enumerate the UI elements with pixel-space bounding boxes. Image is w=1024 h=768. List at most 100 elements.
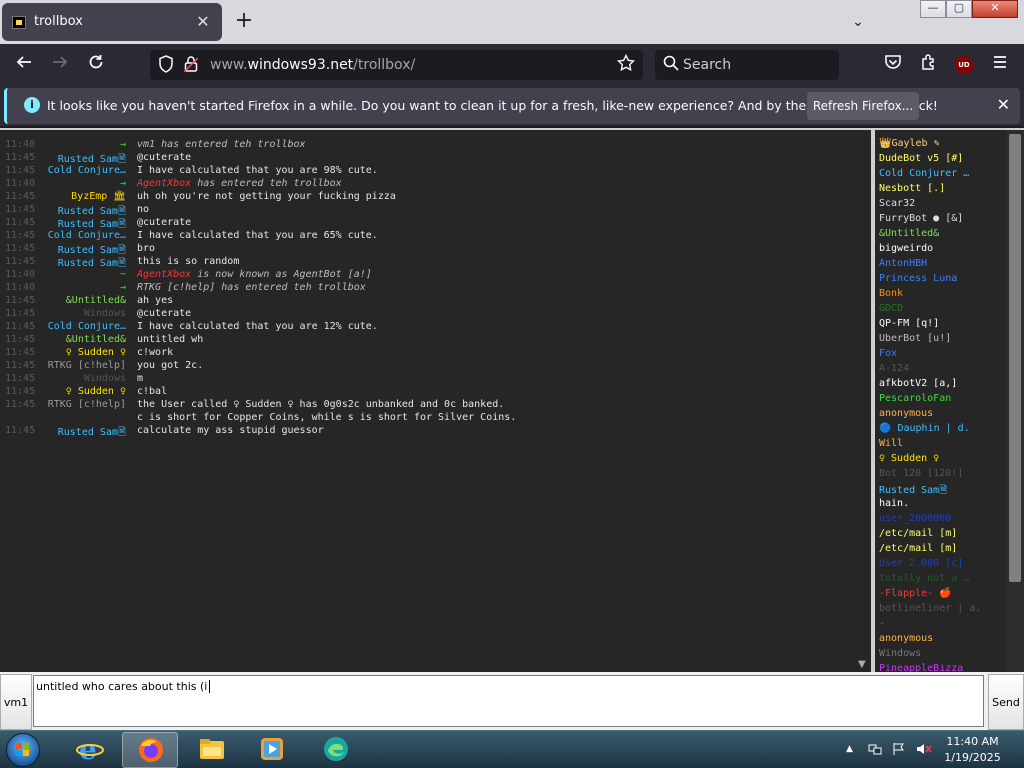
user-list-item[interactable]: Windows <box>879 648 921 663</box>
edge-taskbar-button[interactable] <box>308 732 364 768</box>
media-player-taskbar-button[interactable] <box>244 732 300 768</box>
bookmark-star-icon[interactable] <box>616 53 636 77</box>
close-icon[interactable]: ✕ <box>997 95 1010 114</box>
message-nick[interactable]: Windows <box>84 373 126 384</box>
message-nick[interactable]: &Untitled& <box>66 295 126 306</box>
message-nick[interactable]: ♀ Sudden ♀ <box>66 386 126 397</box>
user-list-item[interactable]: &Untitled& <box>879 228 939 243</box>
send-button[interactable]: Send <box>988 674 1024 730</box>
start-button[interactable] <box>6 733 40 767</box>
extensions-icon[interactable] <box>916 53 942 77</box>
volume-muted-icon[interactable] <box>916 742 932 759</box>
message-nick[interactable]: Cold Conjure… <box>48 230 126 241</box>
user-list-item[interactable]: afkbotV2 [a,] <box>879 378 957 393</box>
user-list-item[interactable]: GDCD <box>879 303 903 318</box>
user-list[interactable]: 👑Gayleb ✎ DudeBot v5 [#] Cold Conjurer … Ne… <box>875 130 1006 672</box>
message-nick[interactable]: Rusted Sam🗎 <box>58 425 126 442</box>
user-list-item[interactable]: Cold Conjurer … <box>879 168 969 183</box>
user-list-item[interactable]: ♀ Sudden ♀ <box>879 453 939 468</box>
message-nick[interactable]: RTKG [c!help] <box>48 360 126 371</box>
network-icon[interactable] <box>868 742 882 759</box>
user-list-item[interactable]: Nesbott [.] <box>879 183 945 198</box>
user-list-item[interactable]: totally not a … <box>879 573 969 588</box>
user-list-item[interactable]: UberBot [u!] <box>879 333 951 348</box>
message-nick[interactable]: &Untitled& <box>66 334 126 345</box>
url-bar[interactable]: www.windows93.net/trollbox/ <box>150 50 643 80</box>
user-list-item[interactable]: Rusted Sam🗎 <box>879 483 947 498</box>
new-tab-button[interactable]: + <box>232 9 256 33</box>
message-nick[interactable]: → <box>120 282 126 293</box>
user-list-item[interactable]: botlineliner | a. <box>879 603 981 618</box>
ublock-extension-icon[interactable]: UD <box>955 56 973 74</box>
minimize-button[interactable]: — <box>920 0 946 18</box>
firefox-taskbar-button[interactable] <box>122 732 178 768</box>
url-text[interactable]: www.windows93.net/trollbox/ <box>210 57 415 73</box>
message-nick[interactable]: RTKG [c!help] <box>48 399 126 410</box>
user-list-item[interactable]: PescaroloFan <box>879 393 951 408</box>
user-list-item[interactable]: - <box>879 618 885 633</box>
message-nick[interactable]: ByzEmp 🏛 <box>71 191 126 202</box>
chat-log[interactable]: 11:40 → vm1 has entered teh trollbox 11:45 R… <box>0 130 872 672</box>
lock-icon[interactable] <box>183 55 199 77</box>
scroll-down-icon[interactable]: ▼ <box>858 659 866 670</box>
user-list-item[interactable]: Fox <box>879 348 897 363</box>
user-list-item[interactable]: User 2.000 [c] <box>879 558 963 573</box>
user-list-item[interactable]: FurryBot ● [&] <box>879 213 963 228</box>
back-icon[interactable] <box>11 53 37 77</box>
user-list-item[interactable]: user_2000000 <box>879 513 951 528</box>
message-time: 11:45 <box>5 425 36 436</box>
message-input[interactable]: untitled who cares about this (i <box>33 675 984 727</box>
tab-trollbox[interactable]: trollbox ✕ <box>2 3 222 41</box>
chat-scrollbar[interactable]: ▼ <box>855 130 871 672</box>
close-tab-icon[interactable]: ✕ <box>192 11 214 33</box>
message-nick[interactable]: ~ <box>120 269 126 280</box>
pocket-icon[interactable] <box>880 53 906 77</box>
user-list-item[interactable]: Scar32 <box>879 198 915 213</box>
media-player-icon <box>261 738 283 760</box>
trollbox-favicon-icon <box>12 16 26 29</box>
user-list-item[interactable]: /etc/mail [m] <box>879 543 957 558</box>
user-list-item[interactable]: Bonk <box>879 288 903 303</box>
menu-icon[interactable] <box>987 53 1013 77</box>
user-list-item[interactable]: PineappleBizza <box>879 663 963 672</box>
user-list-item[interactable]: bigweirdo <box>879 243 933 258</box>
user-list-item[interactable]: A-124 <box>879 363 909 378</box>
user-list-item[interactable]: AntonHBH <box>879 258 927 273</box>
user-list-item[interactable]: hain. <box>879 498 909 513</box>
maximize-button[interactable]: ▢ <box>946 0 972 18</box>
reload-icon[interactable] <box>83 53 109 77</box>
user-list-item[interactable]: 🔵 Dauphin | d. <box>879 423 970 438</box>
firefox-icon <box>139 738 163 762</box>
action-center-flag-icon[interactable] <box>892 742 906 759</box>
chat-message: 11:45 ♀ Sudden ♀ c!work <box>0 347 860 360</box>
refresh-firefox-button[interactable]: Refresh Firefox... <box>807 92 919 120</box>
message-nick[interactable]: → <box>120 139 126 150</box>
user-list-item[interactable]: anonymous <box>879 408 933 423</box>
user-list-item[interactable]: 👑Gayleb ✎ <box>879 138 940 153</box>
nickname-button[interactable]: vm1 <box>0 674 32 730</box>
message-nick[interactable]: Cold Conjure… <box>48 165 126 176</box>
user-list-item[interactable]: Bot 120 [120!] <box>879 468 963 483</box>
shield-icon[interactable] <box>158 55 174 77</box>
show-hidden-icons-icon[interactable]: ▲ <box>846 744 853 754</box>
window-close-button[interactable]: ✕ <box>972 0 1018 18</box>
user-list-item[interactable]: DudeBot v5 [#] <box>879 153 963 168</box>
user-list-item[interactable]: Princess Luna <box>879 273 957 288</box>
user-list-scrollbar[interactable] <box>1006 130 1024 672</box>
user-list-item[interactable]: anonymous <box>879 633 933 648</box>
user-list-item[interactable]: /etc/mail [m] <box>879 528 957 543</box>
file-explorer-taskbar-button[interactable] <box>184 732 240 768</box>
message-nick[interactable]: Windows <box>84 308 126 319</box>
message-nick[interactable]: ♀ Sudden ♀ <box>66 347 126 358</box>
user-list-scroll-thumb[interactable] <box>1009 134 1021 582</box>
user-list-item[interactable]: -Flapple- 🍎 <box>879 588 952 603</box>
clock[interactable]: 11:40 AM 1/19/2025 <box>935 734 1010 766</box>
internet-explorer-taskbar-button[interactable]: e <box>62 732 118 768</box>
forward-icon[interactable] <box>47 53 73 77</box>
chevron-down-icon[interactable]: ⌄ <box>846 10 870 34</box>
user-list-item[interactable]: Will <box>879 438 903 453</box>
message-nick[interactable]: → <box>120 178 126 189</box>
user-list-item[interactable]: QP-FM [q!] <box>879 318 939 333</box>
message-nick[interactable]: Cold Conjure… <box>48 321 126 332</box>
search-bar[interactable]: Search <box>655 50 839 80</box>
